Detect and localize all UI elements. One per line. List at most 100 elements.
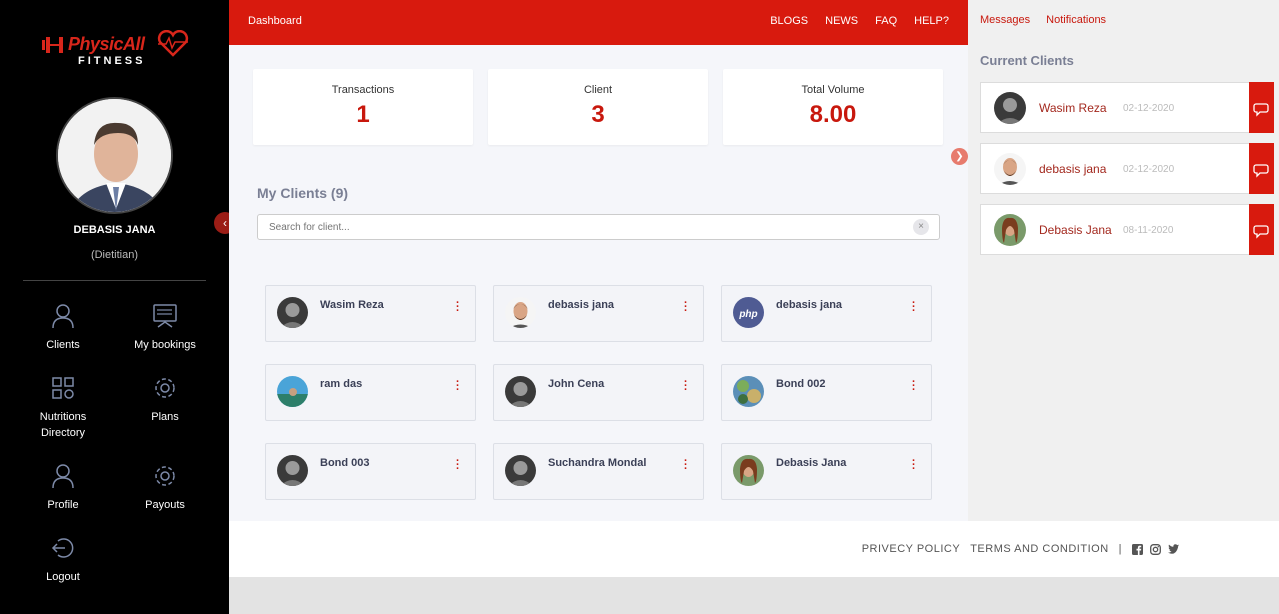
right-panel: Messages Notifications Current Clients W… (968, 0, 1279, 521)
social-links (1132, 543, 1179, 555)
more-vertical-icon[interactable]: ... (456, 374, 459, 393)
sidebar-item-nutritions[interactable]: Nutritions Directory (8, 375, 118, 441)
sidebar-item-payouts[interactable]: Payouts (110, 463, 220, 513)
more-vertical-icon[interactable]: ... (912, 374, 915, 393)
brand-logo[interactable]: PhysicAll FITNESS (40, 30, 190, 70)
avatar (994, 214, 1026, 246)
client-card[interactable]: Bond 002 ... (721, 364, 932, 421)
terms-link[interactable]: TERMS AND CONDITION (970, 543, 1108, 555)
more-vertical-icon[interactable]: ... (456, 295, 459, 314)
tab-messages[interactable]: Messages (980, 14, 1030, 26)
chat-icon (1253, 164, 1269, 178)
user-icon (52, 464, 74, 489)
stat-label: Client (583, 84, 613, 96)
menu-faq[interactable]: FAQ (875, 15, 897, 27)
avatar (505, 297, 536, 328)
sidebar-item-logout[interactable]: Logout (8, 535, 118, 585)
user-role: (Dietitian) (90, 249, 139, 261)
bottom-strip (229, 577, 1279, 614)
chat-button[interactable] (1249, 204, 1274, 255)
client-name: Suchandra Mondal (548, 457, 647, 469)
dumbbell-icon (42, 37, 63, 53)
menu-news[interactable]: NEWS (825, 15, 858, 27)
current-clients-title: Current Clients (980, 53, 1074, 68)
more-vertical-icon[interactable]: ... (456, 453, 459, 472)
facebook-icon[interactable] (1132, 543, 1143, 555)
sidebar-item-plans[interactable]: Plans (110, 375, 220, 425)
menu-blogs[interactable]: BLOGS (770, 15, 808, 27)
top-bar: Dashboard BLOGS NEWS FAQ HELP? (229, 0, 968, 45)
sidebar-item-label-2: Directory (40, 427, 85, 439)
sidebar: PhysicAll FITNESS DEBASIS JANA (Dietitia… (0, 0, 229, 614)
sidebar-item-clients[interactable]: Clients (8, 303, 118, 353)
more-vertical-icon[interactable]: ... (684, 295, 687, 314)
client-card[interactable]: Wasim Reza ... (265, 285, 476, 342)
logo-text: PhysicAll (68, 34, 145, 54)
gear-icon (155, 466, 175, 486)
avatar (277, 455, 308, 486)
client-date: 08-11-2020 (1123, 225, 1174, 236)
tab-notifications[interactable]: Notifications (1046, 14, 1106, 26)
avatar (505, 376, 536, 407)
footer-links: PRIVECY POLICY TERMS AND CONDITION | (862, 543, 1179, 555)
stat-value: 3 (591, 101, 605, 128)
chevron-right-icon: ❯ (955, 151, 964, 162)
twitter-icon[interactable] (1168, 544, 1179, 554)
more-vertical-icon[interactable]: ... (912, 295, 915, 314)
footer-separator: | (1118, 543, 1122, 555)
client-name: Bond 003 (320, 457, 370, 469)
client-card[interactable]: ram das ... (265, 364, 476, 421)
current-client-row[interactable]: Debasis Jana 08-11-2020 (980, 204, 1274, 255)
heartbeat-icon (157, 30, 189, 57)
breadcrumb[interactable]: Dashboard (248, 15, 302, 27)
sidebar-item-label: Logout (46, 571, 80, 583)
client-search: × (257, 214, 940, 240)
expand-panel-button[interactable]: ❯ (951, 148, 968, 165)
client-date: 02-12-2020 (1123, 103, 1175, 114)
chat-button[interactable] (1249, 82, 1274, 133)
sidebar-item-label: Profile (47, 499, 79, 511)
sidebar-item-profile[interactable]: Profile (8, 463, 118, 513)
current-client-row[interactable]: debasis jana 02-12-2020 (980, 143, 1274, 194)
client-card[interactable]: Suchandra Mondal ... (493, 443, 704, 500)
main-content: Transactions 1 Client 3 Total Volume 8.0… (229, 45, 968, 521)
chat-button[interactable] (1249, 143, 1274, 194)
client-card[interactable]: php debasis jana ... (721, 285, 932, 342)
stat-value: 1 (356, 101, 370, 128)
logo-subtitle: FITNESS (78, 55, 146, 67)
more-vertical-icon[interactable]: ... (912, 453, 915, 472)
stat-transactions: Transactions 1 (253, 69, 473, 145)
top-menu: BLOGS NEWS FAQ HELP? (770, 15, 949, 27)
sidebar-item-label: My bookings (134, 339, 196, 351)
stat-client: Client 3 (488, 69, 708, 145)
avatar (505, 455, 536, 486)
avatar (994, 153, 1026, 185)
sidebar-item-label: Nutritions (39, 411, 87, 423)
sidebar-item-label: Payouts (145, 499, 185, 511)
sidebar-item-bookings[interactable]: My bookings (110, 303, 220, 353)
client-card[interactable]: Bond 003 ... (265, 443, 476, 500)
profile-avatar[interactable] (56, 97, 173, 214)
stat-label: Transactions (331, 84, 395, 96)
client-name: debasis jana (776, 299, 843, 311)
client-name: debasis jana (548, 299, 615, 311)
close-icon: × (918, 221, 924, 232)
avatar (277, 376, 308, 407)
instagram-icon[interactable] (1150, 543, 1161, 555)
current-client-row[interactable]: Wasim Reza 02-12-2020 (980, 82, 1274, 133)
gear-icon (155, 378, 175, 398)
privacy-policy-link[interactable]: PRIVECY POLICY (862, 543, 961, 555)
more-vertical-icon[interactable]: ... (684, 453, 687, 472)
search-input[interactable] (258, 215, 898, 239)
client-card[interactable]: Debasis Jana ... (721, 443, 932, 500)
client-card[interactable]: debasis jana ... (493, 285, 704, 342)
menu-help[interactable]: HELP? (914, 15, 949, 27)
clear-search-button[interactable]: × (913, 219, 929, 235)
avatar (733, 376, 764, 407)
logout-icon (51, 538, 74, 558)
client-card[interactable]: John Cena ... (493, 364, 704, 421)
nutrition-icon (52, 377, 74, 399)
user-name: DEBASIS JANA (73, 224, 156, 236)
chat-icon (1253, 103, 1269, 117)
more-vertical-icon[interactable]: ... (684, 374, 687, 393)
